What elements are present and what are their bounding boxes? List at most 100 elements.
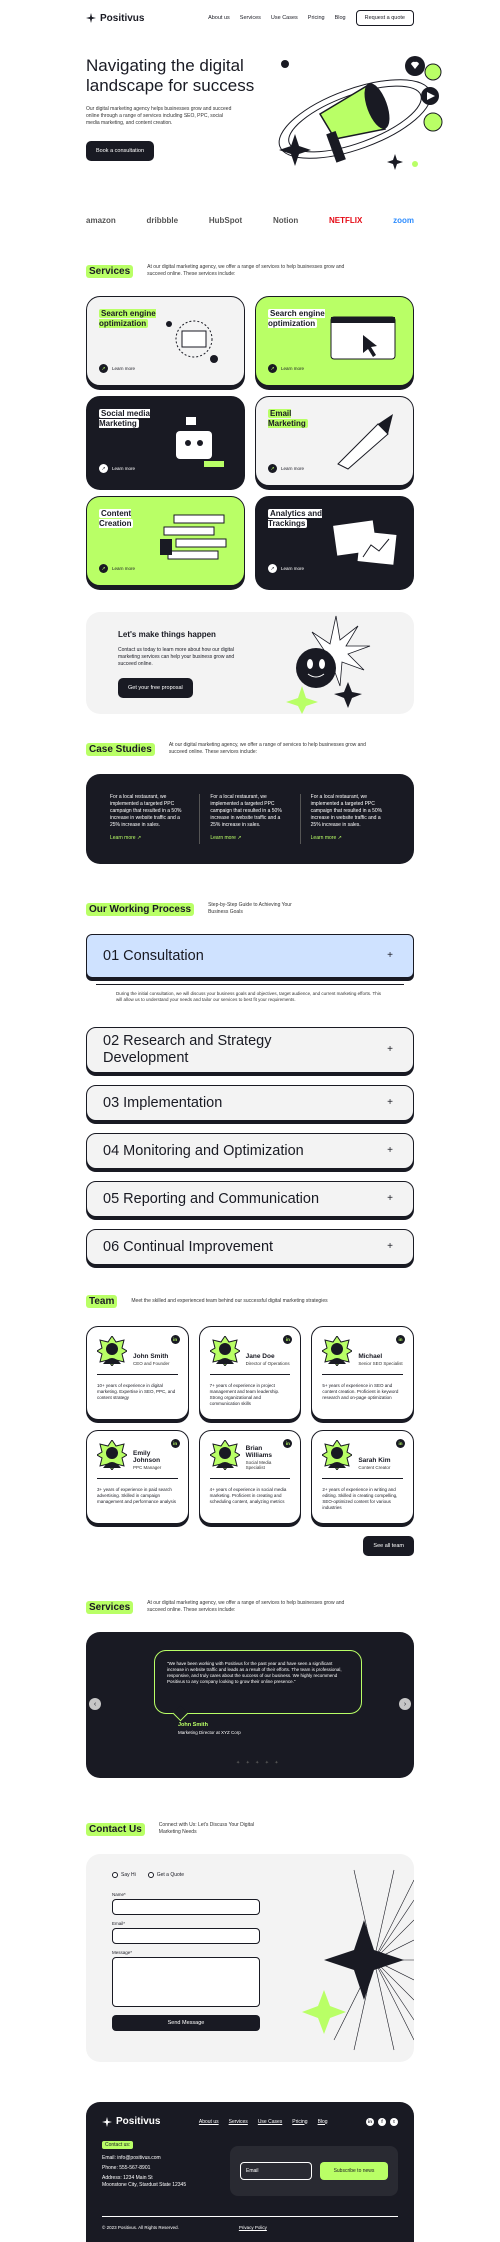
- process-step-3[interactable]: 03 Implementation +: [86, 1085, 414, 1121]
- learn-more-link[interactable]: ↗ Learn more: [99, 364, 135, 373]
- process-step-5[interactable]: 05 Reporting and Communication +: [86, 1181, 414, 1217]
- radio-get-quote[interactable]: Get a Quote: [147, 1872, 184, 1878]
- star-burst-illustration: [302, 1869, 414, 2051]
- case-learn-more-link[interactable]: Learn more ↗: [110, 835, 189, 842]
- step-1-body: During the initial consultation, we will…: [96, 984, 404, 1017]
- service-card-email[interactable]: Email Marketing ↗ Learn more: [255, 396, 414, 486]
- radio-circle-icon[interactable]: [112, 1872, 118, 1878]
- linkedin-icon[interactable]: in: [395, 1335, 405, 1344]
- process-step-4[interactable]: 04 Monitoring and Optimization +: [86, 1133, 414, 1169]
- member-name: John Smith: [133, 1353, 169, 1360]
- member-bio: 7+ years of experience in project manage…: [209, 1383, 280, 1406]
- testimonial-slider: "We have been working with Positivus for…: [86, 1632, 414, 1778]
- free-proposal-button[interactable]: Get your free proposal: [118, 678, 193, 698]
- linkedin-icon[interactable]: in: [365, 2117, 374, 2126]
- service-card-seo-2[interactable]: Search engine optimization ↗ Learn more: [255, 296, 414, 386]
- name-field[interactable]: [112, 1899, 260, 1915]
- hero-text: Our digital marketing agency helps busin…: [86, 106, 232, 126]
- testimonial-role: Marketing Director at XYZ Corp: [178, 1730, 241, 1735]
- radio-circle-icon[interactable]: [147, 1872, 154, 1878]
- testimonials-tag: Services: [86, 1600, 134, 1614]
- process-step-1[interactable]: 01 Consultation +: [86, 934, 414, 978]
- service-card-social[interactable]: Social media Marketing ↗ Learn more: [86, 396, 245, 486]
- nav-use-cases[interactable]: Use Cases: [271, 15, 298, 21]
- linkedin-icon[interactable]: in: [170, 1439, 180, 1448]
- nav-about[interactable]: About us: [208, 15, 230, 21]
- privacy-policy-link[interactable]: Privacy Policy: [239, 2225, 267, 2230]
- testimonials-desc: At our digital marketing agency, we offe…: [147, 1600, 345, 1613]
- nav-blog[interactable]: Blog: [335, 15, 346, 21]
- plus-icon[interactable]: +: [383, 1192, 397, 1206]
- plus-icon[interactable]: +: [383, 949, 397, 963]
- linkedin-icon[interactable]: in: [283, 1439, 293, 1448]
- email-illustration: [337, 414, 393, 470]
- send-message-button[interactable]: Send Message: [112, 2015, 260, 2031]
- member-bio: 5+ years of experience in SEO and conten…: [322, 1383, 399, 1400]
- footer-nav-services[interactable]: Services: [229, 2119, 248, 2125]
- footer-logo-text: Positivus: [116, 2116, 161, 2127]
- service-title: Search engine optimization: [99, 309, 156, 328]
- message-field[interactable]: [112, 1957, 260, 2007]
- team-tag: Team: [86, 1295, 118, 1308]
- arrow-icon: ↗: [268, 564, 277, 573]
- learn-more-link[interactable]: ↗ Learn more: [99, 564, 135, 573]
- testimonial-quote: "We have been working with Positivus for…: [154, 1650, 362, 1714]
- book-consultation-button[interactable]: Book a consultation: [86, 141, 155, 161]
- logo[interactable]: Positivus: [86, 13, 144, 24]
- member-name: Emily Johnson: [133, 1450, 161, 1464]
- step-title: 03 Implementation: [103, 1094, 223, 1111]
- footer-logo[interactable]: Positivus: [102, 2116, 160, 2127]
- twitter-icon[interactable]: t: [389, 2117, 398, 2126]
- service-card-analytics[interactable]: Analytics and Trackings ↗ Learn more: [255, 496, 414, 586]
- request-quote-button[interactable]: Request a quote: [355, 10, 414, 26]
- learn-more-link[interactable]: ↗ Learn more: [268, 464, 304, 473]
- plus-icon[interactable]: +: [383, 1240, 397, 1254]
- footer-nav-pricing[interactable]: Pricing: [292, 2119, 307, 2125]
- member-name: Sarah Kim: [358, 1457, 391, 1464]
- service-title: Search engine optimization: [268, 309, 325, 328]
- prev-arrow-icon[interactable]: ‹: [89, 1698, 101, 1710]
- nav-services[interactable]: Services: [240, 15, 261, 21]
- logo-star-icon: [102, 2116, 112, 2127]
- analytics-illustration: [333, 520, 397, 565]
- process-step-2[interactable]: 02 Research and Strategy Development +: [86, 1027, 414, 1073]
- plus-icon[interactable]: +: [383, 1043, 397, 1057]
- newsletter-email-input[interactable]: Email: [240, 2162, 312, 2180]
- process-step-6[interactable]: 06 Continual Improvement +: [86, 1229, 414, 1265]
- radio-say-hi[interactable]: Say Hi: [112, 1872, 136, 1878]
- next-arrow-icon[interactable]: ›: [399, 1698, 411, 1710]
- process-accordion: 01 Consultation + During the initial con…: [0, 934, 500, 1265]
- team-card: in Michael Senior SEO Specialist 5+ years…: [311, 1326, 414, 1420]
- logo-star-icon: [86, 13, 96, 23]
- linkedin-icon[interactable]: in: [170, 1335, 180, 1344]
- case-learn-more-link[interactable]: Learn more ↗: [311, 835, 390, 842]
- slider-dots[interactable]: ✦ ✦ ✦ ✦ ✦: [236, 1760, 281, 1766]
- footer-nav-use-cases[interactable]: Use Cases: [258, 2119, 282, 2125]
- plus-icon[interactable]: +: [383, 1096, 397, 1110]
- testimonials-heading: Services At our digital marketing agency…: [0, 1600, 500, 1614]
- service-card-content[interactable]: Content Creation ↗ Learn more: [86, 496, 245, 586]
- service-card-seo[interactable]: Search engine optimization ↗ Learn more: [86, 296, 245, 386]
- see-all-team-button[interactable]: See all team: [363, 1536, 414, 1556]
- footer-nav-about[interactable]: About us: [199, 2119, 219, 2125]
- member-bio: 4+ years of experience in social media m…: [209, 1487, 287, 1504]
- learn-more-link[interactable]: ↗ Learn more: [268, 364, 304, 373]
- case-learn-more-link[interactable]: Learn more ↗: [210, 835, 289, 842]
- team-card: in Jane Doe Director of Operations 7+ yea…: [198, 1326, 302, 1420]
- site-header: Positivus About us Services Use Cases Pr…: [0, 0, 500, 36]
- plus-icon[interactable]: +: [383, 1144, 397, 1158]
- logo-hubspot: HubSpot: [208, 215, 243, 225]
- logo-dribbble: dribbble: [146, 215, 179, 225]
- email-field[interactable]: [112, 1928, 260, 1944]
- linkedin-icon[interactable]: in: [283, 1335, 293, 1344]
- facebook-icon[interactable]: f: [377, 2117, 386, 2126]
- linkedin-icon[interactable]: in: [395, 1439, 405, 1448]
- learn-more-link[interactable]: ↗ Learn more: [99, 464, 135, 473]
- subscribe-button[interactable]: Subscribe to news: [320, 2162, 388, 2180]
- footer-nav-blog[interactable]: Blog: [318, 2119, 328, 2125]
- member-role: Social Media Specialist: [245, 1460, 272, 1470]
- member-role: Director of Operations: [245, 1361, 290, 1366]
- logo-amazon: amazon: [86, 215, 116, 225]
- nav-pricing[interactable]: Pricing: [308, 15, 325, 21]
- learn-more-link[interactable]: ↗ Learn more: [268, 564, 304, 573]
